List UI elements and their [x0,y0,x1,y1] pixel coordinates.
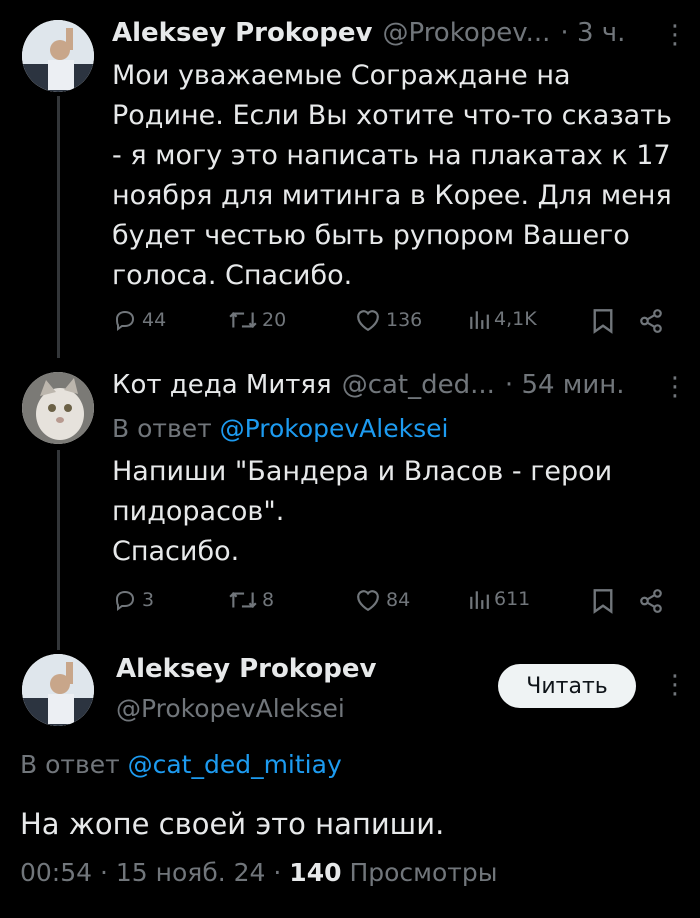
heart-icon [357,310,379,332]
views-count: 4,1K [494,308,537,330]
retweet-count: 20 [262,309,287,331]
avatar[interactable] [22,654,94,726]
reply-prefix: В ответ [20,750,120,779]
reply-to-line: В ответ @ProkopevAleksei [112,414,448,443]
tweet-header: Кот деда Митяя @cat_ded... · 54 мин. [112,370,625,400]
retweet-button[interactable]: 20 [228,308,286,332]
tweet-time[interactable]: · 54 мин. [505,370,625,400]
like-button[interactable]: 84 [354,588,410,612]
thread-line [57,96,60,358]
like-count: 84 [386,589,411,611]
share-button[interactable] [638,588,664,614]
reply-to-link[interactable]: @ProkopevAleksei [220,414,449,443]
author-name[interactable]: Aleksey Prokopev [116,654,376,684]
views-count: 611 [494,588,531,610]
heart-icon [357,590,379,612]
reply-icon [115,590,135,611]
views-label: Просмотры [349,858,498,887]
share-icon [640,589,662,613]
bookmark-button[interactable] [592,308,614,334]
like-button[interactable]: 136 [354,308,422,332]
more-dots-icon[interactable]: ⋮ [662,20,688,50]
tweet-timestamp[interactable]: 00:54 · 15 нояб. 24 · [20,858,281,887]
share-button[interactable] [638,308,664,334]
tweet-text: На жопе своей это напиши. [20,807,445,841]
retweet-icon [229,592,257,608]
tweet-actions: 44 20 136 4,1K [112,308,692,338]
author-name[interactable]: Кот деда Митяя [112,370,332,400]
views-count: 140 [289,858,342,887]
reply-icon [115,310,135,331]
reply-button[interactable]: 44 [112,308,166,332]
more-dots-icon[interactable]: ⋮ [662,372,688,402]
avatar[interactable] [22,20,94,92]
like-count: 136 [386,309,423,331]
tweet-text: Мои уважаемые Сограждане на Родине. Если… [112,60,672,291]
tweet-header: Aleksey Prokopev @Prokopev... · 3 ч. [112,18,625,48]
reply-prefix: В ответ [112,414,212,443]
more-dots-icon[interactable]: ⋮ [662,670,688,700]
reply-to-line: В ответ @cat_ded_mitiay [20,750,342,779]
avatar[interactable] [22,372,94,444]
tweet-meta: 00:54 · 15 нояб. 24 · 140 Просмотры [20,858,497,887]
views-button[interactable]: 611 [468,588,530,610]
tweet-actions: 3 8 84 611 [112,588,692,618]
views-chart-icon [470,311,489,329]
author-handle[interactable]: @Prokopev... [382,18,550,48]
retweet-count: 8 [262,589,275,611]
bookmark-icon [593,589,613,614]
views-button[interactable]: 4,1K [468,308,537,330]
retweet-button[interactable]: 8 [228,588,274,612]
retweet-icon [229,312,257,328]
views-chart-icon [470,591,489,609]
author-handle[interactable]: @cat_ded... [342,370,495,400]
bookmark-icon [593,309,613,334]
thread-line [57,450,60,650]
tweet-header: Aleksey Prokopev [116,654,376,684]
author-name[interactable]: Aleksey Prokopev [112,18,372,48]
follow-button[interactable]: Читать [498,664,636,708]
reply-button[interactable]: 3 [112,588,154,612]
reply-to-link[interactable]: @cat_ded_mitiay [128,750,342,779]
bookmark-button[interactable] [592,588,614,614]
share-icon [640,309,662,333]
tweet-text: Напиши "Бандера и Власов - герои пидорас… [112,456,613,567]
author-handle[interactable]: @ProkopevAleksei [116,694,345,723]
reply-count: 3 [142,589,155,611]
reply-count: 44 [142,309,167,331]
tweet-time[interactable]: · 3 ч. [560,18,625,48]
